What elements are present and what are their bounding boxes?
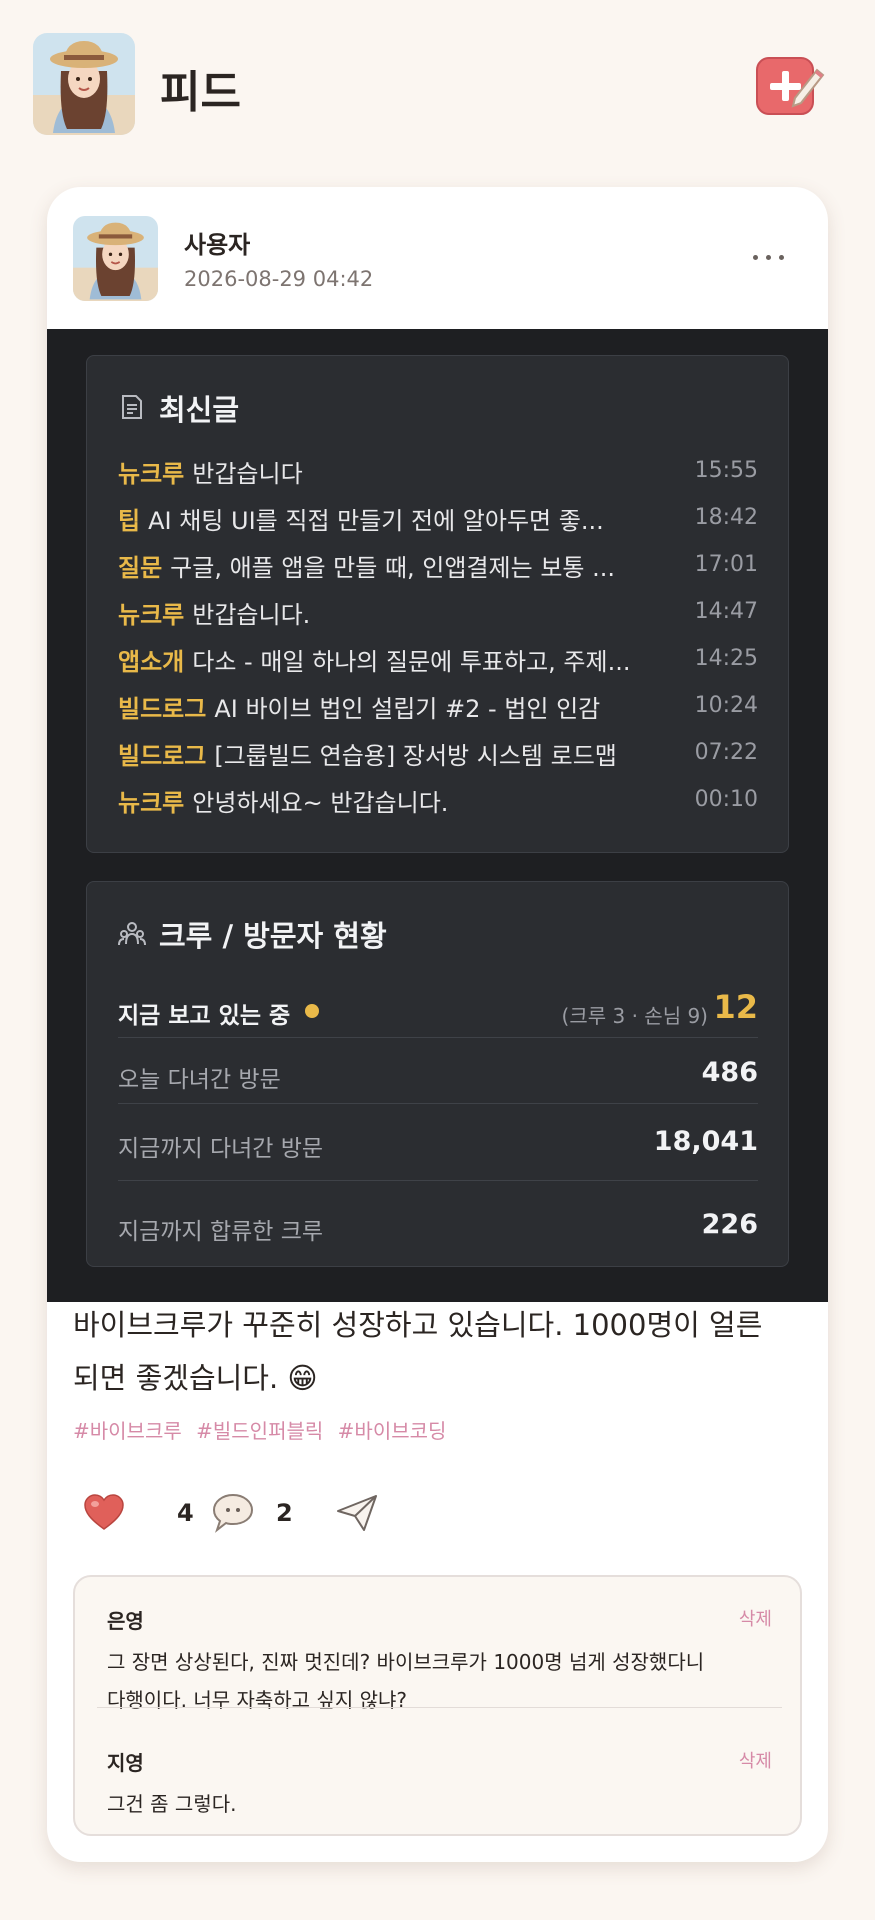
author-name[interactable]: 사용자 bbox=[184, 225, 250, 260]
visitor-stats-panel: 크루 / 방문자 현황 지금 보고 있는 중 (크루 3 · 손님 9) 12 … bbox=[86, 881, 789, 1267]
post-title: 구글, 애플 앱을 만들 때, 인앱결제는 보통 ... bbox=[170, 554, 615, 582]
top-bar: 피드 bbox=[0, 0, 875, 170]
recent-posts-title: 최신글 bbox=[159, 393, 240, 427]
post-title: 다소 - 매일 하나의 질문에 투표하고, 주제... bbox=[192, 648, 631, 676]
total-crew-label: 지금까지 합류한 크루 bbox=[118, 1219, 324, 1245]
live-count: 12 bbox=[713, 988, 758, 1026]
delete-comment-button[interactable]: 삭제 bbox=[739, 1747, 772, 1773]
recent-post-item[interactable]: 뉴크루 안녕하세요~ 반갑습니다. 00:10 bbox=[118, 783, 758, 823]
post-body-line: 되면 좋겠습니다. 😁 bbox=[73, 1361, 318, 1395]
hashtag-link[interactable]: #빌드인퍼블릭 bbox=[196, 1419, 323, 1443]
post-title: AI 채팅 UI를 직접 만들기 전에 알아두면 좋... bbox=[148, 507, 604, 535]
more-horizontal-icon[interactable] bbox=[747, 239, 791, 275]
post-category: 뉴크루 bbox=[118, 789, 185, 817]
visitor-stats-title: 크루 / 방문자 현황 bbox=[159, 919, 387, 953]
comment-author[interactable]: 지영 bbox=[107, 1747, 144, 1776]
recent-posts-panel: 최신글 뉴크루 반갑습니다 15:55 팁 AI 채팅 UI를 직접 만들기 전에 … bbox=[86, 355, 789, 853]
comment-icon[interactable] bbox=[211, 1491, 255, 1535]
post-time: 15:55 bbox=[694, 458, 758, 483]
divider bbox=[118, 1180, 758, 1181]
recent-post-item[interactable]: 빌드로그 AI 바이브 법인 설립기 #2 - 법인 인감 10:24 bbox=[118, 689, 758, 729]
page-title: 피드 bbox=[160, 67, 241, 118]
post-category: 뉴크루 bbox=[118, 460, 185, 488]
delete-comment-button[interactable]: 삭제 bbox=[739, 1605, 772, 1631]
recent-post-item[interactable]: 뉴크루 반갑습니다. 14:47 bbox=[118, 595, 758, 635]
post-time: 18:42 bbox=[694, 505, 758, 530]
comment-text-line: 그건 좀 그렇다. bbox=[107, 1792, 237, 1816]
post-card: 사용자 2026-08-29 04:42 최신글 뉴크루반갑습니다 15:55 bbox=[47, 187, 828, 1862]
post-category: 빌드로그 bbox=[118, 695, 207, 723]
comment-text-line: 다행이다. 너무 자축하고 싶지 않냐? bbox=[107, 1688, 408, 1712]
total-crew-row: 지금까지 합류한 크루 226 bbox=[118, 1194, 758, 1258]
hashtag-link[interactable]: #바이브코딩 bbox=[338, 1419, 447, 1443]
post-category: 팁 bbox=[118, 507, 141, 535]
user-avatar-icon[interactable] bbox=[33, 33, 135, 135]
compose-icon[interactable] bbox=[755, 54, 825, 116]
post-title: 안녕하세요~ 반갑습니다. bbox=[192, 789, 449, 817]
post-category: 질문 bbox=[118, 554, 163, 582]
post-category: 빌드로그 bbox=[118, 742, 207, 770]
author-avatar-icon[interactable] bbox=[73, 216, 158, 301]
today-visits-label: 오늘 다녀간 방문 bbox=[118, 1067, 281, 1093]
total-crew-value: 226 bbox=[701, 1209, 758, 1240]
divider bbox=[118, 1103, 758, 1104]
paper-plane-icon[interactable] bbox=[336, 1493, 378, 1533]
post-body-line: 바이브크루가 꾸준히 성장하고 있습니다. 1000명이 얼른 bbox=[73, 1308, 763, 1342]
recent-post-item[interactable]: 앱소개 다소 - 매일 하나의 질문에 투표하고, 주제... 14:25 bbox=[118, 642, 758, 682]
post-time: 00:10 bbox=[694, 787, 758, 812]
post-title: 반갑습니다. bbox=[192, 601, 311, 629]
post-time: 07:22 bbox=[694, 740, 758, 765]
hashtag-list: #바이브크루 #빌드인퍼블릭 #바이브코딩 bbox=[73, 1415, 454, 1444]
post-category: 뉴크루 bbox=[118, 601, 185, 629]
post-title: AI 바이브 법인 설립기 #2 - 법인 인감 bbox=[214, 695, 601, 723]
comment-list: 은영 삭제 그 장면 상상된다, 진짜 멋진데? 바이브크루가 1000명 넘게… bbox=[73, 1575, 802, 1836]
recent-post-item[interactable]: 질문 구글, 애플 앱을 만들 때, 인앱결제는 보통 ... 17:01 bbox=[118, 548, 758, 588]
post-time: 14:25 bbox=[694, 646, 758, 671]
post-actions: 4 2 bbox=[73, 1487, 473, 1543]
post-title: 반갑습니다 bbox=[192, 460, 303, 488]
post-timestamp: 2026-08-29 04:42 bbox=[184, 267, 374, 291]
today-visits-row: 오늘 다녀간 방문 486 bbox=[118, 1042, 758, 1106]
divider bbox=[118, 1037, 758, 1038]
hashtag-link[interactable]: #바이브크루 bbox=[73, 1419, 182, 1443]
post-header: 사용자 2026-08-29 04:42 bbox=[47, 187, 828, 329]
people-icon bbox=[118, 919, 146, 947]
total-visits-row: 지금까지 다녀간 방문 18,041 bbox=[118, 1111, 758, 1175]
total-visits-label: 지금까지 다녀간 방문 bbox=[118, 1136, 324, 1162]
today-visits-value: 486 bbox=[701, 1057, 758, 1088]
post-body: 바이브크루가 꾸준히 성장하고 있습니다. 1000명이 얼른 되면 좋겠습니다… bbox=[73, 1299, 813, 1405]
live-label: 지금 보고 있는 중 bbox=[118, 1003, 291, 1029]
embed-widget: 최신글 뉴크루 반갑습니다 15:55 팁 AI 채팅 UI를 직접 만들기 전에 … bbox=[47, 329, 828, 1302]
comment-divider bbox=[97, 1707, 782, 1708]
comment-author[interactable]: 은영 bbox=[107, 1605, 144, 1634]
live-indicator-dot bbox=[305, 1004, 319, 1018]
document-icon bbox=[118, 393, 146, 421]
post-time: 10:24 bbox=[694, 693, 758, 718]
recent-post-item[interactable]: 빌드로그 [그룹빌드 연습용] 장서방 시스템 로드맵 07:22 bbox=[118, 736, 758, 776]
post-time: 14:47 bbox=[694, 599, 758, 624]
comment-text: 그건 좀 그렇다. bbox=[107, 1785, 747, 1823]
recent-post-item[interactable]: 팁 AI 채팅 UI를 직접 만들기 전에 알아두면 좋... 18:42 bbox=[118, 501, 758, 541]
live-viewers-row: 지금 보고 있는 중 (크루 3 · 손님 9) 12 bbox=[118, 978, 758, 1042]
post-title: [그룹빌드 연습용] 장서방 시스템 로드맵 bbox=[214, 742, 617, 770]
heart-icon[interactable] bbox=[84, 1494, 124, 1532]
post-category: 앱소개 bbox=[118, 648, 185, 676]
total-visits-value: 18,041 bbox=[653, 1126, 758, 1157]
post-time: 17:01 bbox=[694, 552, 758, 577]
comment-text-line: 그 장면 상상된다, 진짜 멋진데? 바이브크루가 1000명 넘게 성장했다니 bbox=[107, 1650, 705, 1674]
comment-count: 2 bbox=[276, 1499, 293, 1527]
like-count: 4 bbox=[177, 1499, 194, 1527]
recent-post-item[interactable]: 뉴크루 반갑습니다 15:55 bbox=[118, 454, 758, 494]
live-breakdown: (크루 3 · 손님 9) bbox=[561, 1004, 708, 1028]
